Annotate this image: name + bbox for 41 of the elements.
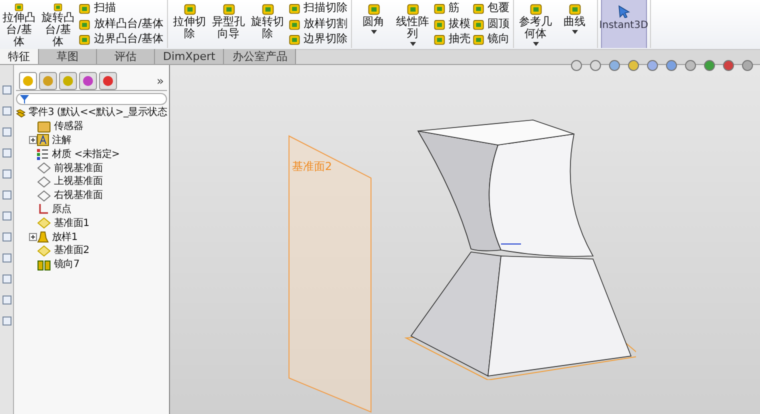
ribbon-button[interactable]: 曲线 [556,0,594,48]
tab[interactable]: 特征 [0,49,39,64]
ribbon-button[interactable]: 异型孔向导 [210,0,248,48]
ribbon-button[interactable]: 圆顶 [472,16,510,32]
ribbon-button[interactable]: 放样切割 [288,16,348,32]
tree-item[interactable]: 材质 <未指定> [52,146,120,162]
ribbon-button[interactable]: 包覆 [472,1,510,16]
ribbon-button[interactable]: 拉伸切除 [170,0,209,48]
ribbon-button[interactable]: 参考几何体 [516,0,555,48]
tree-item[interactable]: 零件3 (默认<<默认>_显示状态 [28,106,167,120]
ribbon-button[interactable]: 扫描切除 [288,1,348,16]
tree-item[interactable]: 上视基准面 [54,174,103,190]
tab[interactable]: 评估 [97,49,155,64]
ribbon-button[interactable]: 旋转凸台/基体 [39,0,77,48]
ribbon-button[interactable]: 筋 [432,1,471,16]
tab[interactable]: 草图 [39,49,97,64]
tab[interactable]: 办公室产品 [224,49,296,64]
tree-item[interactable]: 右视基准面 [54,188,103,204]
ribbon-button[interactable]: 线性阵列 [394,0,432,48]
ribbon-button[interactable]: 拔模 [432,16,471,32]
ribbon-button[interactable]: 放样凸台/基体 [78,16,164,32]
ribbon-button[interactable]: 边界凸台/基体 [78,32,164,47]
tree-item[interactable]: 注解 [52,133,72,148]
ribbon-button[interactable]: 拉伸凸台/基体 [0,0,38,48]
tree-item[interactable]: 前视基准面 [54,160,103,176]
tree-item[interactable]: 传感器 [54,119,84,134]
plane-label: 基准面2 [292,159,332,175]
instant3d-button[interactable]: Instant3D [600,0,647,48]
tree-item[interactable]: 基准面2 [54,243,90,258]
ribbon-button[interactable]: 圆角 [354,0,393,48]
tree-item[interactable]: 放样1 [52,230,78,245]
tab[interactable]: DimXpert [155,49,224,64]
more-tabs[interactable]: » [156,72,164,90]
tree-item[interactable]: 基准面1 [54,216,90,231]
ribbon-button[interactable]: 扫描 [78,1,164,16]
tree-item[interactable]: 原点 [52,202,72,217]
ribbon-button[interactable]: 边界切除 [288,32,348,47]
tree-item[interactable]: 镜向7 [54,257,80,272]
ribbon-button[interactable]: 镜向 [472,32,510,47]
ribbon-button[interactable]: 旋转切除 [248,0,287,48]
ribbon-button[interactable]: 抽壳 [432,32,471,47]
